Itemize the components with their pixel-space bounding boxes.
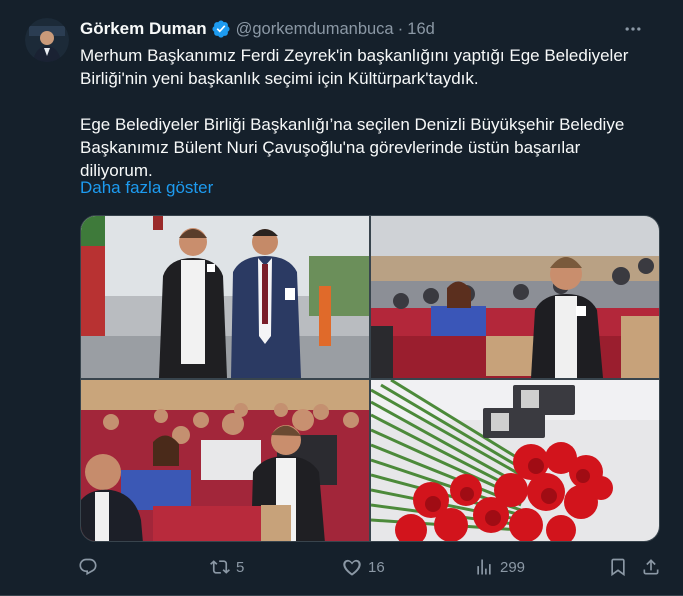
- separator-dot: ·: [397, 19, 404, 38]
- reply-icon: [79, 558, 97, 576]
- bookmark-icon: [611, 558, 625, 577]
- share-button[interactable]: [641, 555, 661, 579]
- show-more-link[interactable]: Daha fazla göster: [80, 178, 213, 198]
- views-count: 299: [500, 558, 526, 576]
- like-icon: [343, 559, 361, 576]
- retweet-count: 5: [236, 558, 245, 576]
- retweet-button[interactable]: 5: [210, 555, 244, 579]
- reply-button[interactable]: [78, 555, 104, 579]
- tweet-paragraph-1: Merhum Başkanımız Ferdi Zeyrek'in başkan…: [80, 46, 629, 88]
- tweet[interactable]: Görkem Duman @gorkemdumanbuca · 16d Merh…: [0, 0, 683, 596]
- photo-2[interactable]: [371, 216, 659, 378]
- photo-3[interactable]: [81, 380, 369, 541]
- more-button[interactable]: [618, 18, 648, 40]
- avatar[interactable]: [25, 18, 69, 62]
- photo-1[interactable]: [81, 216, 369, 378]
- author-name[interactable]: Görkem Duman: [80, 19, 207, 39]
- media-grid: [80, 215, 660, 542]
- retweet-icon: [210, 560, 230, 574]
- action-bar: 5 16 299: [78, 555, 663, 579]
- like-count: 16: [368, 558, 385, 576]
- tweet-paragraph-2: Ege Belediyeler Birliği Başkanlığı’na se…: [80, 115, 625, 180]
- share-icon: [643, 559, 659, 575]
- views-icon: [477, 559, 491, 575]
- bookmark-button[interactable]: [608, 555, 628, 579]
- timestamp[interactable]: 16d: [407, 20, 435, 39]
- like-button[interactable]: 16: [342, 555, 385, 579]
- tweet-header: Görkem Duman @gorkemdumanbuca · 16d: [80, 18, 435, 40]
- tweet-text: Merhum Başkanımız Ferdi Zeyrek'in başkan…: [80, 44, 650, 182]
- verified-badge-icon: [211, 19, 231, 39]
- more-icon: [625, 27, 641, 31]
- photo-4[interactable]: [371, 380, 659, 541]
- author-handle[interactable]: @gorkemdumanbuca: [236, 20, 394, 39]
- views-button[interactable]: 299: [474, 555, 525, 579]
